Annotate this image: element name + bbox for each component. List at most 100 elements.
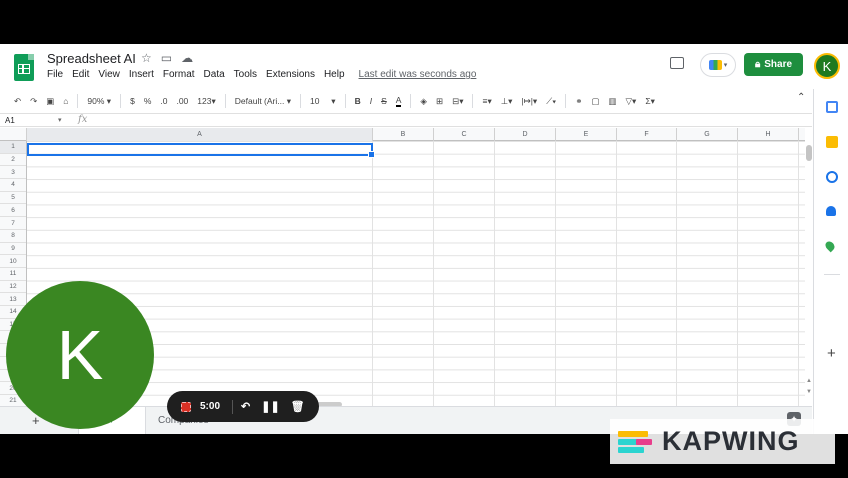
toolbar: ↶ ↷ ▣ ⌂ 90% ▾ $ % .0 .00 123▾ Default (A… bbox=[14, 91, 809, 111]
share-button[interactable]: 🔒︎ Share bbox=[744, 53, 803, 76]
row-header[interactable]: 4 bbox=[0, 179, 26, 192]
insert-chart-icon[interactable]: ▥ bbox=[608, 96, 616, 107]
trash-icon[interactable]: 🗑︎ bbox=[291, 400, 305, 413]
tasks-icon[interactable] bbox=[826, 171, 838, 183]
row-header[interactable]: 6 bbox=[0, 205, 26, 218]
borders-icon[interactable]: ⊞ bbox=[436, 96, 443, 107]
menu-insert[interactable]: Insert bbox=[129, 69, 154, 80]
font-select[interactable]: Default (Ari... ▾ bbox=[235, 96, 291, 107]
filter-icon[interactable]: ▽▾ bbox=[626, 96, 637, 107]
lock-icon: 🔒︎ bbox=[754, 59, 761, 70]
calendar-icon[interactable] bbox=[826, 101, 838, 113]
last-edit-link[interactable]: Last edit was seconds ago bbox=[359, 69, 477, 80]
meet-button[interactable]: ▾ bbox=[700, 53, 736, 77]
meet-camera-icon bbox=[708, 60, 722, 70]
strikethrough-button[interactable]: S bbox=[381, 96, 387, 106]
decrease-decimal-button[interactable]: .0 bbox=[160, 96, 167, 106]
undo-icon[interactable]: ↶ bbox=[14, 96, 21, 107]
column-header[interactable]: D bbox=[495, 128, 556, 141]
more-formats-button[interactable]: 123▾ bbox=[197, 96, 215, 107]
column-header[interactable]: B bbox=[373, 128, 434, 141]
insert-link-icon[interactable]: ⚭ bbox=[575, 96, 582, 107]
column-headers: A B C D E F G H bbox=[0, 128, 805, 141]
kapwing-watermark: KAPWING bbox=[610, 419, 835, 464]
share-label: Share bbox=[764, 59, 793, 70]
keep-icon[interactable] bbox=[826, 136, 838, 148]
row-header[interactable]: 3 bbox=[0, 166, 26, 180]
fill-color-icon[interactable]: ◈ bbox=[420, 96, 427, 107]
horizontal-align-icon[interactable]: ≡▾ bbox=[482, 96, 491, 107]
font-size-select[interactable]: 10 ▾ bbox=[310, 96, 336, 107]
column-header[interactable]: E bbox=[556, 128, 617, 141]
increase-decimal-button[interactable]: .00 bbox=[176, 96, 188, 106]
menu-extensions[interactable]: Extensions bbox=[266, 69, 315, 80]
scrollbar-thumb[interactable] bbox=[806, 145, 812, 161]
restart-icon[interactable]: ↶ bbox=[241, 400, 250, 413]
menu-edit[interactable]: Edit bbox=[72, 69, 89, 80]
recording-icon bbox=[181, 401, 191, 412]
row-header[interactable]: 10 bbox=[0, 255, 26, 268]
recording-timer: 5:00 bbox=[200, 401, 221, 412]
column-header[interactable]: C bbox=[434, 128, 495, 141]
insert-comment-icon[interactable]: ▢ bbox=[591, 96, 599, 107]
merge-cells-icon[interactable]: ⊟▾ bbox=[452, 96, 463, 107]
move-folder-icon[interactable]: ▭ bbox=[161, 51, 172, 65]
cloud-status-icon[interactable]: ☁ bbox=[181, 51, 193, 65]
comments-icon[interactable] bbox=[670, 57, 684, 69]
account-avatar[interactable]: K bbox=[814, 53, 840, 79]
functions-button[interactable]: Σ▾ bbox=[645, 96, 655, 107]
vertical-align-icon[interactable]: ⊥▾ bbox=[501, 96, 513, 107]
row-header[interactable]: 9 bbox=[0, 243, 26, 256]
redo-icon[interactable]: ↷ bbox=[30, 96, 37, 107]
maps-icon[interactable] bbox=[823, 239, 837, 253]
row-header[interactable]: 1 bbox=[0, 141, 26, 154]
row-header[interactable]: 7 bbox=[0, 217, 26, 230]
menu-view[interactable]: View bbox=[98, 69, 120, 80]
menu-bar: File Edit View Insert Format Data Tools … bbox=[47, 69, 476, 80]
row-header[interactable]: 12 bbox=[0, 281, 26, 294]
kapwing-text: KAPWING bbox=[662, 426, 800, 456]
contacts-icon[interactable] bbox=[826, 206, 836, 216]
row-header[interactable]: 13 bbox=[0, 293, 26, 307]
recording-controls: 5:00 ↶ ❚❚ 🗑︎ bbox=[167, 391, 319, 422]
select-all-corner[interactable] bbox=[0, 128, 27, 141]
get-addons-icon[interactable]: + bbox=[827, 345, 836, 362]
row-header[interactable]: 8 bbox=[0, 230, 26, 243]
menu-file[interactable]: File bbox=[47, 69, 63, 80]
text-color-button[interactable]: A bbox=[395, 95, 402, 107]
chevron-up-icon[interactable]: ⌃ bbox=[797, 92, 805, 103]
row-header[interactable]: 2 bbox=[0, 154, 26, 167]
chevron-down-icon: ▾ bbox=[723, 62, 728, 69]
row-header[interactable]: 11 bbox=[0, 268, 26, 281]
pause-icon[interactable]: ❚❚ bbox=[261, 400, 279, 413]
text-rotation-icon[interactable]: ⟋▾ bbox=[546, 96, 556, 107]
scroll-down-arrow-icon[interactable]: ▼ bbox=[806, 389, 812, 395]
italic-button[interactable]: I bbox=[370, 96, 372, 106]
side-panel: + › bbox=[813, 89, 848, 434]
fx-icon: fx bbox=[78, 114, 88, 125]
currency-button[interactable]: $ bbox=[130, 96, 135, 106]
menu-help[interactable]: Help bbox=[324, 69, 345, 80]
text-wrap-icon[interactable]: |↦|▾ bbox=[521, 96, 537, 107]
percent-button[interactable]: % bbox=[144, 96, 152, 106]
chevron-down-icon[interactable]: ▾ bbox=[58, 116, 62, 124]
column-header[interactable]: F bbox=[617, 128, 677, 141]
menu-format[interactable]: Format bbox=[163, 69, 195, 80]
row-header[interactable]: 5 bbox=[0, 192, 26, 205]
kapwing-logo-icon bbox=[618, 429, 654, 455]
selected-cell-a1[interactable] bbox=[27, 143, 375, 158]
column-header[interactable]: G bbox=[677, 128, 738, 141]
name-box[interactable]: A1 bbox=[5, 116, 15, 125]
sheets-logo-icon[interactable] bbox=[14, 54, 34, 81]
column-header[interactable]: H bbox=[738, 128, 799, 141]
star-icon[interactable]: ☆ bbox=[141, 51, 152, 65]
menu-data[interactable]: Data bbox=[204, 69, 225, 80]
column-header[interactable]: A bbox=[27, 128, 373, 141]
print-icon[interactable]: ▣ bbox=[46, 96, 54, 107]
menu-tools[interactable]: Tools bbox=[234, 69, 257, 80]
zoom-select[interactable]: 90% ▾ bbox=[87, 96, 111, 107]
document-title[interactable]: Spreadsheet AI bbox=[47, 51, 136, 66]
paint-format-icon[interactable]: ⌂ bbox=[63, 96, 68, 106]
scroll-up-arrow-icon[interactable]: ▲ bbox=[806, 378, 812, 384]
bold-button[interactable]: B bbox=[355, 96, 361, 106]
